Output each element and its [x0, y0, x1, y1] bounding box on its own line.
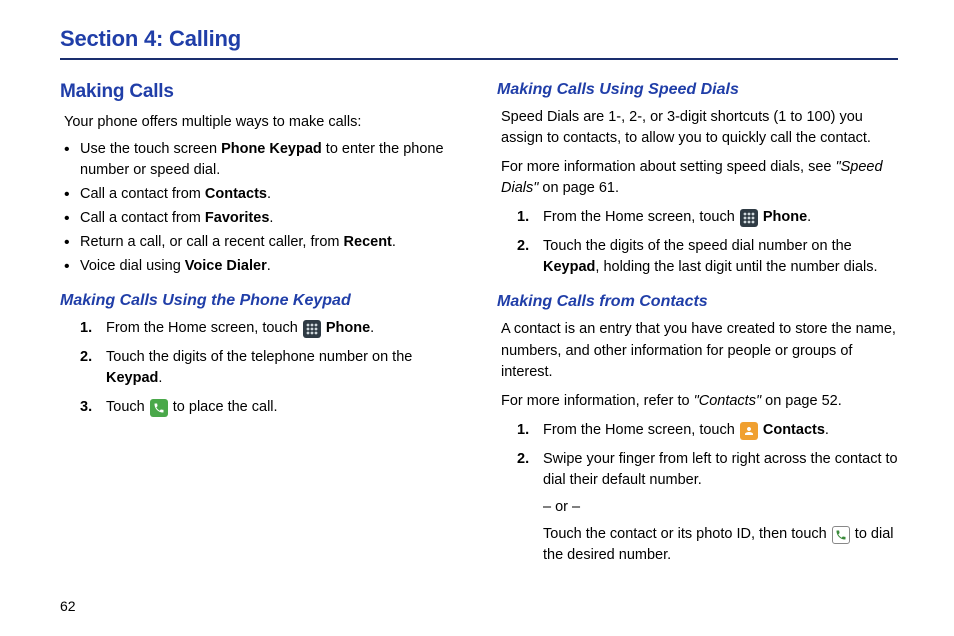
right-column: Making Calls Using Speed Dials Speed Dia…	[497, 78, 898, 574]
bold-text: Voice Dialer	[185, 258, 267, 274]
list-item: Return a call, or call a recent caller, …	[64, 232, 461, 253]
paragraph: Speed Dials are 1-, 2-, or 3-digit short…	[501, 107, 898, 149]
text: on page 52.	[761, 393, 842, 409]
step: Touch to place the call.	[80, 397, 461, 418]
bold-text: Favorites	[205, 210, 269, 226]
steps-keypad: From the Home screen, touch Phone. Touch…	[80, 318, 461, 418]
text: .	[370, 320, 374, 336]
text: .	[392, 234, 396, 250]
text: Voice dial using	[80, 258, 185, 274]
heading-speed-dials: Making Calls Using Speed Dials	[497, 78, 898, 101]
list-item: Voice dial using Voice Dialer.	[64, 256, 461, 277]
text: Touch the digits of the telephone number…	[106, 349, 412, 365]
section-title: Section 4: Calling	[60, 26, 898, 52]
bold-text: Recent	[344, 234, 392, 250]
phone-icon	[832, 526, 850, 544]
page-number: 62	[60, 598, 76, 614]
text: to place the call.	[173, 399, 278, 415]
columns: Making Calls Your phone offers multiple …	[60, 78, 898, 574]
paragraph: For more information, refer to "Contacts…	[501, 391, 898, 412]
intro-text: Your phone offers multiple ways to make …	[64, 112, 461, 133]
bold-text: Keypad	[543, 259, 595, 275]
step: Swipe your finger from left to right acr…	[517, 449, 898, 566]
list-item: Call a contact from Favorites.	[64, 208, 461, 229]
text: .	[267, 258, 271, 274]
bold-text: Phone Keypad	[221, 141, 322, 157]
bold-text: Keypad	[106, 370, 158, 386]
steps-contacts: From the Home screen, touch Contacts. Sw…	[517, 420, 898, 566]
text: From the Home screen, touch	[543, 422, 739, 438]
contact-icon	[740, 422, 758, 440]
heading-from-contacts: Making Calls from Contacts	[497, 290, 898, 313]
list-item: Use the touch screen Phone Keypad to ent…	[64, 139, 461, 181]
text: .	[267, 186, 271, 202]
text: Touch the digits of the speed dial numbe…	[543, 238, 852, 254]
or-text: – or –	[543, 497, 898, 518]
bold-text: Contacts	[205, 186, 267, 202]
step: From the Home screen, touch Contacts.	[517, 420, 898, 441]
step: From the Home screen, touch Phone.	[80, 318, 461, 339]
text: Touch	[106, 399, 149, 415]
text: Call a contact from	[80, 210, 205, 226]
text: .	[269, 210, 273, 226]
steps-speed-dial: From the Home screen, touch Phone. Touch…	[517, 207, 898, 278]
text: Touch the contact or its photo ID, then …	[543, 526, 831, 542]
list-item: Call a contact from Contacts.	[64, 184, 461, 205]
text: Use the touch screen	[80, 141, 221, 157]
text: on page 61.	[538, 180, 619, 196]
paragraph: For more information about setting speed…	[501, 157, 898, 199]
heading-keypad: Making Calls Using the Phone Keypad	[60, 289, 461, 312]
text: .	[807, 209, 811, 225]
paragraph: A contact is an entry that you have crea…	[501, 319, 898, 382]
bullet-list: Use the touch screen Phone Keypad to ent…	[64, 139, 461, 277]
bold-text: Contacts	[763, 422, 825, 438]
text: From the Home screen, touch	[543, 209, 739, 225]
step: From the Home screen, touch Phone.	[517, 207, 898, 228]
page: Section 4: Calling Making Calls Your pho…	[0, 0, 954, 636]
italic-text: "Contacts"	[694, 393, 762, 409]
step: Touch the digits of the telephone number…	[80, 347, 461, 389]
text: For more information, refer to	[501, 393, 694, 409]
text: , holding the last digit until the numbe…	[595, 259, 877, 275]
text: Return a call, or call a recent caller, …	[80, 234, 344, 250]
bold-text: Phone	[763, 209, 807, 225]
text: .	[825, 422, 829, 438]
keypad-icon	[740, 209, 758, 227]
heading-making-calls: Making Calls	[60, 78, 461, 106]
text: Swipe your finger from left to right acr…	[543, 451, 898, 488]
text: For more information about setting speed…	[501, 159, 835, 175]
keypad-icon	[303, 320, 321, 338]
text: Call a contact from	[80, 186, 205, 202]
left-column: Making Calls Your phone offers multiple …	[60, 78, 461, 574]
step: Touch the digits of the speed dial numbe…	[517, 236, 898, 278]
text: From the Home screen, touch	[106, 320, 302, 336]
bold-text: Phone	[326, 320, 370, 336]
divider	[60, 58, 898, 60]
text: .	[158, 370, 162, 386]
phone-icon	[150, 399, 168, 417]
alt-text: Touch the contact or its photo ID, then …	[543, 524, 898, 566]
